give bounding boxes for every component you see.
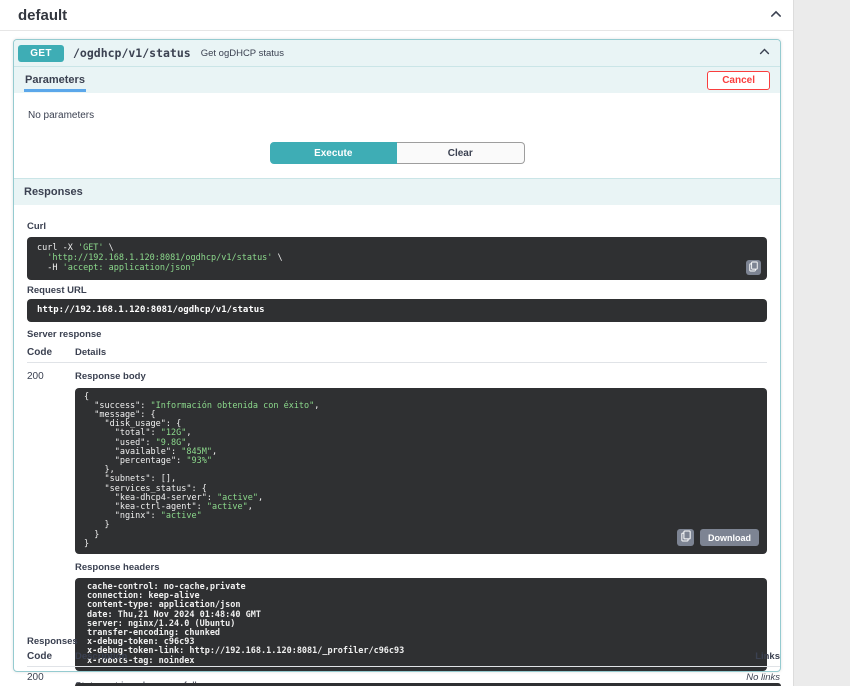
curl-label: Curl	[27, 221, 767, 232]
parameters-body: No parameters	[14, 93, 780, 125]
tag-title: default	[18, 7, 67, 24]
copy-curl-button[interactable]	[746, 260, 761, 275]
request-url-value: http://192.168.1.120:8081/ogdhcp/v1/stat…	[27, 299, 767, 322]
opblock-get-status: GET /ogdhcp/v1/status Get ogDHCP status …	[13, 39, 781, 672]
operation-path: /ogdhcp/v1/status	[73, 46, 191, 60]
operation-summary: Get ogDHCP status	[201, 48, 756, 59]
response-status-code: 200	[27, 368, 75, 671]
server-response-row: 200 Response body { "success": "Informac…	[27, 363, 767, 671]
server-response-label: Server response	[27, 329, 767, 340]
documented-responses-label: Responses	[27, 636, 780, 647]
curl-code-block: curl -X 'GET' \ 'http://192.168.1.120:80…	[27, 237, 767, 280]
clipboard-icon	[681, 530, 691, 545]
execute-button[interactable]: Execute	[270, 142, 398, 164]
chevron-up-icon	[758, 45, 771, 61]
copy-response-button[interactable]	[677, 529, 694, 546]
details-column-header: Details	[75, 347, 767, 358]
cancel-button[interactable]: Cancel	[707, 71, 770, 90]
code-column-header: Code	[27, 651, 75, 662]
opblock-summary[interactable]: GET /ogdhcp/v1/status Get ogDHCP status	[14, 40, 780, 66]
tag-section-header: default	[0, 0, 793, 31]
description-column-header: Description	[75, 651, 710, 662]
clipboard-icon	[749, 260, 758, 275]
documented-response-code: 200	[27, 672, 75, 686]
no-parameters-text: No parameters	[28, 110, 94, 121]
documented-responses-section: Responses Code Description Links 200 Sta…	[27, 636, 780, 686]
execute-wrapper: Execute Clear	[14, 125, 780, 178]
opblock-collapse-button[interactable]	[756, 43, 773, 63]
response-body-label: Response body	[75, 371, 767, 382]
download-button[interactable]: Download	[700, 529, 759, 546]
responses-section-title: Responses	[24, 186, 83, 198]
swagger-content: default GET /ogdhcp/v1/status Get ogDHCP…	[0, 0, 794, 686]
chevron-up-icon	[769, 7, 783, 24]
method-badge: GET	[18, 45, 64, 62]
code-column-header: Code	[27, 347, 75, 358]
clear-button[interactable]: Clear	[397, 142, 525, 164]
tab-parameters[interactable]: Parameters	[24, 68, 86, 92]
links-column-header: Links	[710, 651, 780, 662]
responses-section-header: Responses	[14, 178, 780, 205]
parameters-section-header: Parameters Cancel	[14, 66, 780, 93]
request-url-label: Request URL	[27, 285, 767, 296]
documented-responses-table-header: Code Description Links	[27, 651, 780, 667]
server-response-table-header: Code Details	[27, 344, 767, 363]
tag-collapse-button[interactable]	[767, 5, 785, 26]
response-body-block: { "success": "Información obtenida con é…	[75, 388, 767, 554]
response-headers-label: Response headers	[75, 562, 767, 573]
responses-inner: Curl curl -X 'GET' \ 'http://192.168.1.1…	[14, 205, 780, 671]
